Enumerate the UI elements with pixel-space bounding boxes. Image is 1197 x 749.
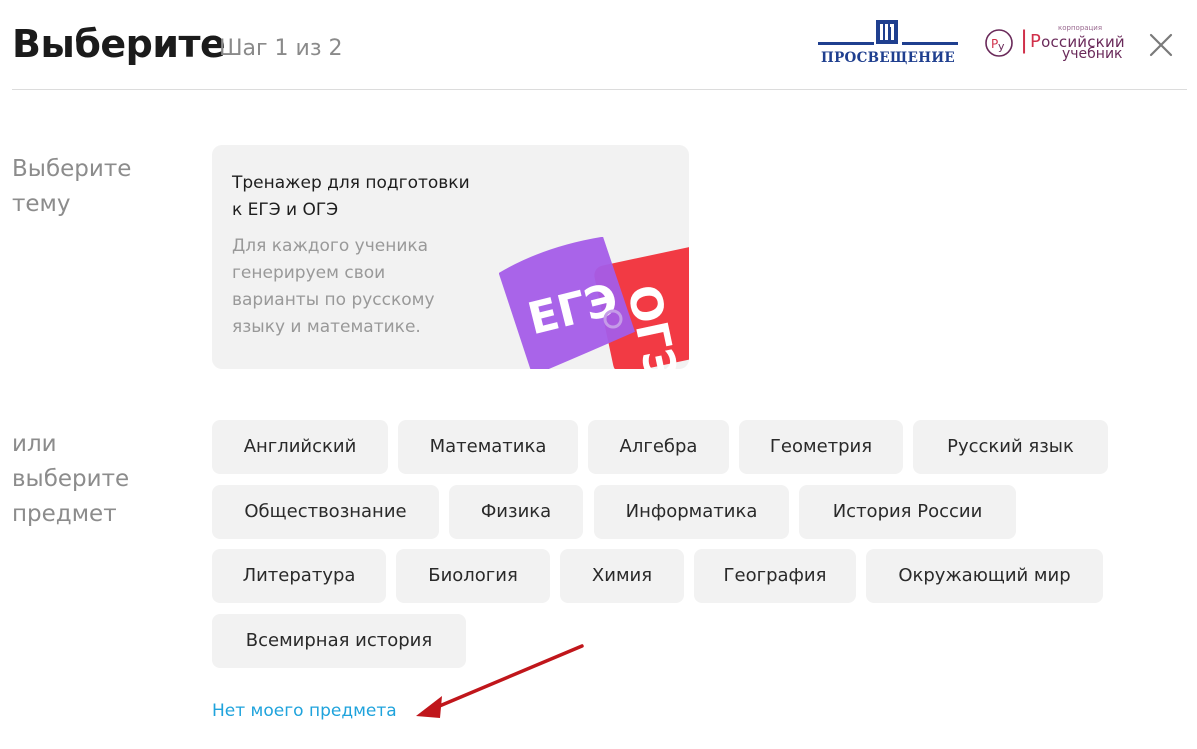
prosveshchenie-logo-text: ПРОСВЕЩЕНИЕ xyxy=(821,50,955,66)
red-arrow-annotation-icon xyxy=(416,644,584,718)
subject-chip-world-around[interactable]: Окружающий мир xyxy=(866,549,1103,603)
subject-chip-chemistry[interactable]: Химия xyxy=(560,549,684,603)
topic-card-description: Для каждого ученика генерируем свои вари… xyxy=(232,236,435,337)
no-subject-link[interactable]: Нет моего предмета xyxy=(212,701,397,721)
svg-text:у: у xyxy=(998,40,1005,53)
russkiy-uchebnik-logo: Р у | корпорация Российский учебник xyxy=(984,22,1134,66)
subject-section-label: или выберите предмет xyxy=(12,431,130,527)
subject-chip-physics[interactable]: Физика xyxy=(449,485,583,539)
close-icon[interactable] xyxy=(1148,32,1174,58)
prosveshchenie-emblem-icon xyxy=(876,20,898,44)
russkiy-uchebnik-line2: учебник xyxy=(1062,46,1123,62)
subject-chip-informatics[interactable]: Информатика xyxy=(594,485,789,539)
ege-oge-illustration: ОГЭ ЕГЭ xyxy=(499,237,689,369)
russkiy-uchebnik-emblem-icon: Р у xyxy=(985,29,1013,57)
step-indicator: Шаг 1 из 2 xyxy=(219,36,343,61)
prosveshchenie-logo: ПРОСВЕЩЕНИЕ xyxy=(816,20,960,70)
ege-oge-topic-card[interactable]: Тренажер для подготовки к ЕГЭ и ОГЭ Для … xyxy=(212,145,689,369)
header-divider xyxy=(12,89,1187,90)
subject-chip-russian[interactable]: Русский язык xyxy=(913,420,1108,474)
subject-chip-english[interactable]: Английский xyxy=(212,420,388,474)
subject-chip-geography[interactable]: География xyxy=(694,549,856,603)
subject-chip-math[interactable]: Математика xyxy=(398,420,578,474)
subject-chip-biology[interactable]: Биология xyxy=(396,549,550,603)
header: Выберите Шаг 1 из 2 ПРОСВЕЩЕНИЕ Р у | ко… xyxy=(0,0,1197,90)
subject-chip-literature[interactable]: Литература xyxy=(212,549,386,603)
topic-card-title: Тренажер для подготовки к ЕГЭ и ОГЭ xyxy=(232,173,470,220)
subject-chip-russian-history[interactable]: История России xyxy=(799,485,1016,539)
page-title: Выберите xyxy=(12,22,226,66)
subject-chip-social-studies[interactable]: Обществознание xyxy=(212,485,439,539)
subject-chip-algebra[interactable]: Алгебра xyxy=(588,420,729,474)
subject-chip-geometry[interactable]: Геометрия xyxy=(739,420,903,474)
topic-section-label: Выберите тему xyxy=(12,156,132,217)
